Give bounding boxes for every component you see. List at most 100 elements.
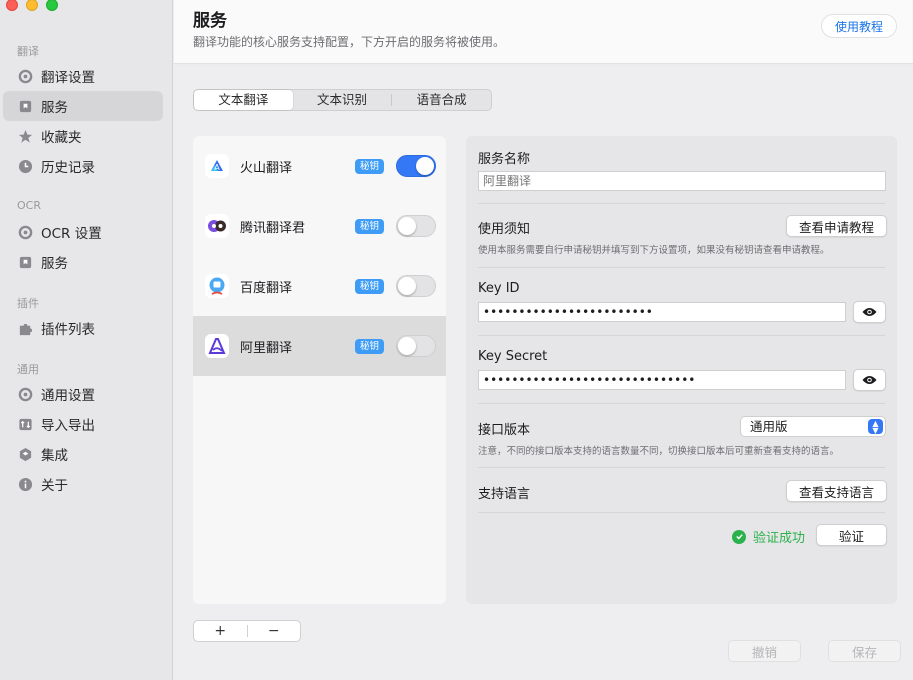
service-row-tencent[interactable]: 腾讯翻译君 秘钥 — [193, 196, 446, 256]
service-row-baidu[interactable]: 百度翻译 秘钥 — [193, 256, 446, 316]
toggle-knob — [416, 157, 434, 175]
eye-icon — [862, 376, 877, 384]
sidebar-item-general-settings[interactable]: 通用设置 — [3, 379, 163, 409]
service-row-alibaba[interactable]: 阿里翻译 秘钥 — [193, 316, 446, 376]
divider — [478, 512, 885, 513]
supported-languages-label: 支持语言 — [478, 487, 531, 502]
checkmark-circle-icon — [732, 529, 746, 544]
gear-icon — [17, 224, 33, 240]
remove-service-button[interactable]: − — [248, 623, 301, 639]
divider — [478, 467, 885, 468]
page-title: 服务 — [193, 11, 227, 31]
alibaba-translate-logo-icon — [205, 334, 229, 358]
bookmark-icon — [17, 254, 33, 270]
key-id-label: Key ID — [478, 281, 520, 296]
service-toggle[interactable] — [396, 215, 436, 237]
sidebar-item-ocr-settings[interactable]: OCR 设置 — [3, 217, 163, 247]
puzzle-icon — [17, 320, 33, 336]
divider — [478, 203, 885, 204]
service-toggle[interactable] — [396, 155, 436, 177]
key-secret-input[interactable]: •••••••••••••••••••••••••••••• — [478, 370, 846, 390]
save-button[interactable]: 保存 — [828, 640, 901, 662]
minimize-window-button[interactable] — [26, 0, 38, 11]
star-icon — [17, 128, 33, 144]
api-version-hint: 注意，不同的接口版本支持的语言数量不同，切换接口版本后可重新查看支持的语言。 — [478, 446, 840, 457]
sidebar-item-services[interactable]: 服务 — [3, 91, 163, 121]
sidebar-item-import-export[interactable]: 导入导出 — [3, 409, 163, 439]
zoom-window-button[interactable] — [46, 0, 58, 11]
sidebar-item-label: 关于 — [41, 478, 68, 494]
service-type-tabs: 文本翻译 文本识别 语音合成 — [193, 89, 492, 111]
service-name-label: 服务名称 — [478, 152, 531, 167]
sidebar-item-label: 集成 — [41, 448, 68, 464]
api-version-select[interactable]: 通用版 ▲ ▼ — [740, 416, 886, 437]
key-badge: 秘钥 — [355, 218, 385, 234]
service-name-input[interactable] — [478, 171, 886, 191]
add-service-button[interactable]: + — [194, 623, 247, 639]
chevron-updown-icon: ▲ ▼ — [868, 419, 883, 435]
eye-icon — [862, 308, 877, 316]
toggle-knob — [398, 277, 416, 295]
sidebar-item-label: 服务 — [41, 100, 68, 116]
sidebar-item-label: 通用设置 — [41, 388, 95, 404]
tencent-translate-logo-icon — [205, 214, 229, 238]
info-icon — [17, 476, 33, 492]
service-row-volcano[interactable]: A 火山翻译 秘钥 — [193, 136, 446, 196]
service-list: A 火山翻译 秘钥 腾讯翻译君 秘钥 百度翻译 秘钥 阿里翻译 秘钥 — [193, 136, 446, 604]
gear-icon — [17, 68, 33, 84]
sidebar-item-favorites[interactable]: 收藏夹 — [3, 121, 163, 151]
view-supported-languages-button[interactable]: 查看支持语言 — [786, 480, 887, 502]
sidebar-item-label: 服务 — [41, 256, 68, 272]
cancel-button[interactable]: 撤销 — [728, 640, 801, 662]
toggle-key-id-visibility-button[interactable] — [853, 301, 886, 323]
bookmark-icon — [17, 98, 33, 114]
divider — [478, 403, 885, 404]
verify-status-text: 验证成功 — [753, 531, 806, 546]
sidebar-section-title: OCR — [17, 199, 41, 212]
view-apply-tutorial-button[interactable]: 查看申请教程 — [786, 215, 887, 237]
service-toggle[interactable] — [396, 335, 436, 357]
main-content: 文本翻译 文本识别 语音合成 A 火山翻译 秘钥 腾讯翻译君 秘钥 百度翻译 秘… — [174, 65, 913, 680]
service-detail-panel: 服务名称 使用须知 查看申请教程 使用本服务需要自行申请秘钥并填写到下方设置项，… — [466, 136, 897, 604]
sidebar-item-about[interactable]: 关于 — [3, 469, 163, 499]
tab-text-recognition[interactable]: 文本识别 — [293, 90, 392, 110]
sidebar-item-history[interactable]: 历史记录 — [3, 151, 163, 181]
divider — [478, 335, 885, 336]
add-remove-control: + − — [193, 620, 301, 642]
clock-icon — [17, 158, 33, 174]
page-header: 服务 翻译功能的核心服务支持配置，下方开启的服务将被使用。 使用教程 — [174, 0, 913, 64]
sidebar-section-title: 通用 — [17, 363, 39, 376]
key-badge: 秘钥 — [355, 278, 385, 294]
verify-status: 验证成功 — [732, 527, 805, 546]
tab-speech-synthesis[interactable]: 语音合成 — [392, 90, 491, 110]
toggle-knob — [398, 217, 416, 235]
key-badge: 秘钥 — [355, 158, 385, 174]
toggle-knob — [398, 337, 416, 355]
sidebar-item-integration[interactable]: 集成 — [3, 439, 163, 469]
sidebar-item-label: 历史记录 — [41, 160, 95, 176]
sidebar-item-label: 插件列表 — [41, 322, 95, 338]
page-subtitle: 翻译功能的核心服务支持配置，下方开启的服务将被使用。 — [193, 35, 506, 49]
service-toggle[interactable] — [396, 275, 436, 297]
notice-hint: 使用本服务需要自行申请秘钥并填写到下方设置项，如果没有秘钥请查看申请教程。 — [478, 245, 830, 256]
close-window-button[interactable] — [6, 0, 18, 11]
verify-button[interactable]: 验证 — [816, 524, 887, 546]
tab-text-translation[interactable]: 文本翻译 — [194, 90, 293, 110]
sidebar-item-ocr-services[interactable]: 服务 — [3, 247, 163, 277]
sidebar-item-label: 收藏夹 — [41, 130, 82, 146]
sidebar: 翻译 翻译设置 服务 收藏夹 历史记录 OCR OCR 设置 服务 插件 插件列… — [0, 0, 173, 680]
toggle-key-secret-visibility-button[interactable] — [853, 369, 886, 391]
sidebar-item-plugins[interactable]: 插件列表 — [3, 313, 163, 343]
svg-text:A: A — [214, 163, 220, 172]
help-tutorial-button[interactable]: 使用教程 — [820, 14, 897, 38]
sidebar-item-label: 导入导出 — [41, 418, 95, 434]
volcano-translate-logo-icon: A — [205, 154, 229, 178]
api-version-value: 通用版 — [750, 419, 788, 434]
sidebar-section-title: 翻译 — [17, 45, 39, 58]
api-version-label: 接口版本 — [478, 423, 531, 438]
baidu-translate-logo-icon — [205, 274, 229, 298]
sidebar-item-translate-settings[interactable]: 翻译设置 — [3, 61, 163, 91]
key-id-input[interactable]: •••••••••••••••••••••••• — [478, 302, 846, 322]
integration-icon — [17, 446, 33, 462]
window-controls — [6, 0, 58, 11]
